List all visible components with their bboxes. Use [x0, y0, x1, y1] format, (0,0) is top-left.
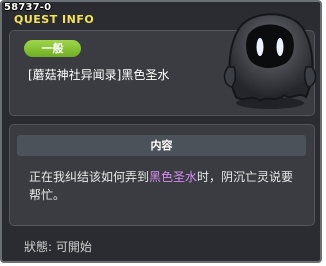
- content-section-header: 内容: [17, 135, 306, 156]
- highlighted-item-name: 黑色圣水: [149, 170, 198, 184]
- quest-description: 正在我纠结该如何弄到黑色圣水时，阴沉亡灵说要帮忙。: [29, 168, 301, 204]
- quest-id: 58737-0: [4, 2, 52, 13]
- quest-status: 狀態: 可開始: [24, 240, 92, 254]
- quest-category-badge: 一般: [24, 40, 81, 57]
- window-title: QUEST INFO: [14, 13, 95, 26]
- description-text: 正在我纠结该如何弄到: [29, 170, 150, 184]
- gloomy-ghost-npc-icon: [223, 13, 317, 109]
- quest-name: [蘑菇神社异闻录]黑色圣水: [28, 68, 170, 82]
